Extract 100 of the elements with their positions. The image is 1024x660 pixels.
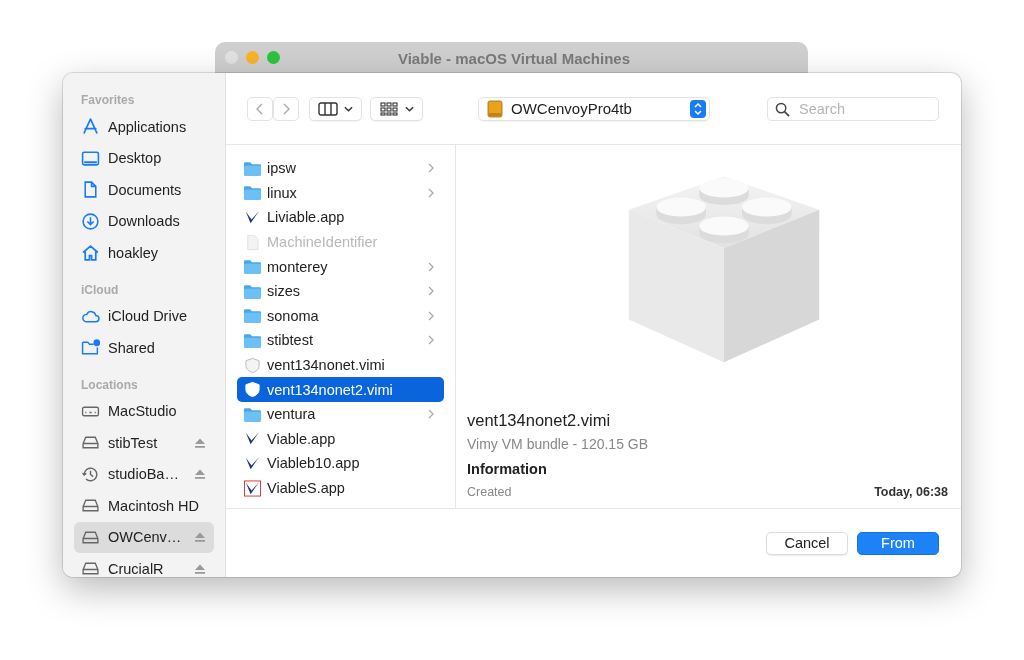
chevron-icon — [428, 187, 434, 198]
shared-folder-icon — [81, 338, 100, 358]
file-name: vent134nonet.vimi — [267, 357, 386, 374]
drive-icon — [487, 99, 503, 118]
sidebar-item[interactable]: MacStudio — [74, 395, 214, 427]
window-title: Viable - macOS Virtual Machines — [397, 50, 630, 67]
sidebar-item[interactable]: OWCenv… — [74, 521, 214, 553]
folder-icon — [243, 331, 262, 349]
file-row[interactable]: ipsw — [237, 156, 444, 181]
file-name: ventura — [267, 406, 317, 423]
stepper-icon — [690, 99, 706, 118]
sidebar-item[interactable]: Applications — [74, 111, 214, 143]
file-name: sizes — [267, 283, 302, 300]
sidebar-item-label: Documents — [108, 181, 183, 198]
location-label: OWCenvoyPro4tb — [511, 100, 633, 117]
grid-icon — [379, 101, 399, 116]
eject-icon[interactable] — [194, 562, 206, 575]
file-name: stibtest — [267, 332, 314, 349]
back-icon — [255, 101, 265, 116]
view-mode-button[interactable] — [309, 96, 362, 121]
close-button[interactable] — [225, 51, 238, 64]
section-heading: Information — [467, 461, 548, 477]
file-name: Liviable.app — [267, 209, 346, 226]
file-row[interactable]: Liviable.app — [237, 205, 444, 230]
sidebar-heading: Favorites — [81, 93, 136, 107]
sidebar-item[interactable]: Shared — [74, 332, 214, 364]
location-popup[interactable]: OWCenvoyPro4tb — [478, 96, 710, 121]
eject-icon[interactable] — [194, 531, 206, 544]
sidebar-item-label: Downloads — [108, 213, 181, 230]
sidebar-heading: Locations — [81, 377, 139, 392]
sidebar-item[interactable]: hoakley — [74, 237, 214, 269]
sidebar-item[interactable]: Desktop — [74, 142, 214, 174]
file-name: linux — [267, 184, 298, 201]
sidebar-item[interactable]: stibTest — [74, 427, 214, 459]
preview-file-name: vent134nonet2.vimi — [467, 411, 612, 430]
folder-icon — [243, 258, 262, 276]
file-row[interactable]: vent134nonet.vimi — [237, 352, 444, 378]
sidebar-item[interactable]: Macintosh HD — [74, 490, 214, 522]
folder-icon — [243, 307, 262, 325]
sidebar-item-label: OWCenv… — [108, 529, 183, 546]
file-row[interactable]: monterey — [237, 254, 444, 279]
home-icon — [81, 243, 100, 263]
clock-icon — [81, 464, 100, 484]
sidebar-heading: iCloud — [81, 282, 120, 297]
info-label: Created — [467, 485, 512, 499]
info-value: Today, 06:38 — [874, 485, 948, 499]
file-row[interactable]: Viableb10.app — [237, 451, 444, 476]
desktop-icon — [81, 148, 100, 168]
back-button[interactable] — [247, 96, 273, 121]
sidebar-item-label: MacStudio — [108, 403, 178, 420]
file-name: MachineIdentifier — [267, 234, 379, 251]
chevron-icon — [428, 409, 434, 420]
sidebar-item-label: studioBa… — [108, 466, 180, 483]
minimize-button[interactable] — [246, 51, 259, 64]
file-row[interactable]: linux — [237, 180, 444, 206]
file-row[interactable]: ventura — [237, 401, 444, 427]
sidebar-item[interactable]: Downloads — [74, 205, 214, 237]
sidebar-item-label: Shared — [108, 339, 156, 356]
columns-icon — [318, 101, 338, 116]
file-row[interactable]: stibtest — [237, 328, 444, 353]
sidebar-item-label: stibTest — [108, 434, 159, 451]
open-button[interactable]: From — [857, 531, 939, 555]
folder-icon — [243, 159, 262, 177]
folder-icon — [243, 405, 262, 423]
sidebar-item-label: CrucialR — [108, 560, 165, 577]
sidebar-item-label: Applications — [108, 118, 188, 135]
eject-icon[interactable] — [194, 436, 206, 449]
file-row[interactable]: Viable.app — [237, 426, 444, 452]
eject-icon[interactable] — [194, 468, 206, 481]
document-icon — [81, 180, 100, 200]
file-name: Viableb10.app — [267, 455, 361, 472]
file-name: vent134nonet2.vimi — [267, 381, 394, 398]
file-row[interactable]: ViableS.app — [237, 475, 444, 501]
sidebar-item[interactable]: studioBa… — [74, 458, 214, 490]
folder-icon — [243, 282, 262, 300]
sidebar-item-label: Macintosh HD — [108, 497, 201, 514]
file-row[interactable]: vent134nonet2.vimi — [237, 377, 444, 402]
file-row[interactable]: sizes — [237, 278, 444, 304]
file-name: ViableS.app — [267, 480, 346, 496]
download-icon — [81, 211, 100, 231]
group-button[interactable] — [370, 96, 423, 121]
search-field[interactable]: Search — [767, 96, 939, 121]
forward-icon — [281, 101, 291, 116]
chevron-icon — [428, 310, 434, 321]
sidebar-item-label: hoakley — [108, 244, 159, 261]
zoom-button[interactable] — [267, 51, 280, 64]
cancel-button[interactable]: Cancel — [766, 531, 848, 555]
file-name: ipsw — [267, 160, 297, 177]
sidebar-item[interactable]: CrucialR — [74, 553, 214, 577]
chevron-icon — [428, 261, 434, 272]
shield-icon — [243, 356, 262, 374]
file-row[interactable]: sonoma — [237, 303, 444, 329]
sidebar-item[interactable]: Documents — [74, 174, 214, 206]
caret-icon — [405, 105, 414, 112]
caret-icon — [344, 105, 353, 112]
sidebar-item-label: iCloud Drive — [108, 308, 188, 325]
forward-button[interactable] — [273, 96, 299, 121]
chevron-icon — [428, 163, 434, 174]
file-name: sonoma — [267, 307, 320, 324]
sidebar-item[interactable]: iCloud Drive — [74, 300, 214, 332]
